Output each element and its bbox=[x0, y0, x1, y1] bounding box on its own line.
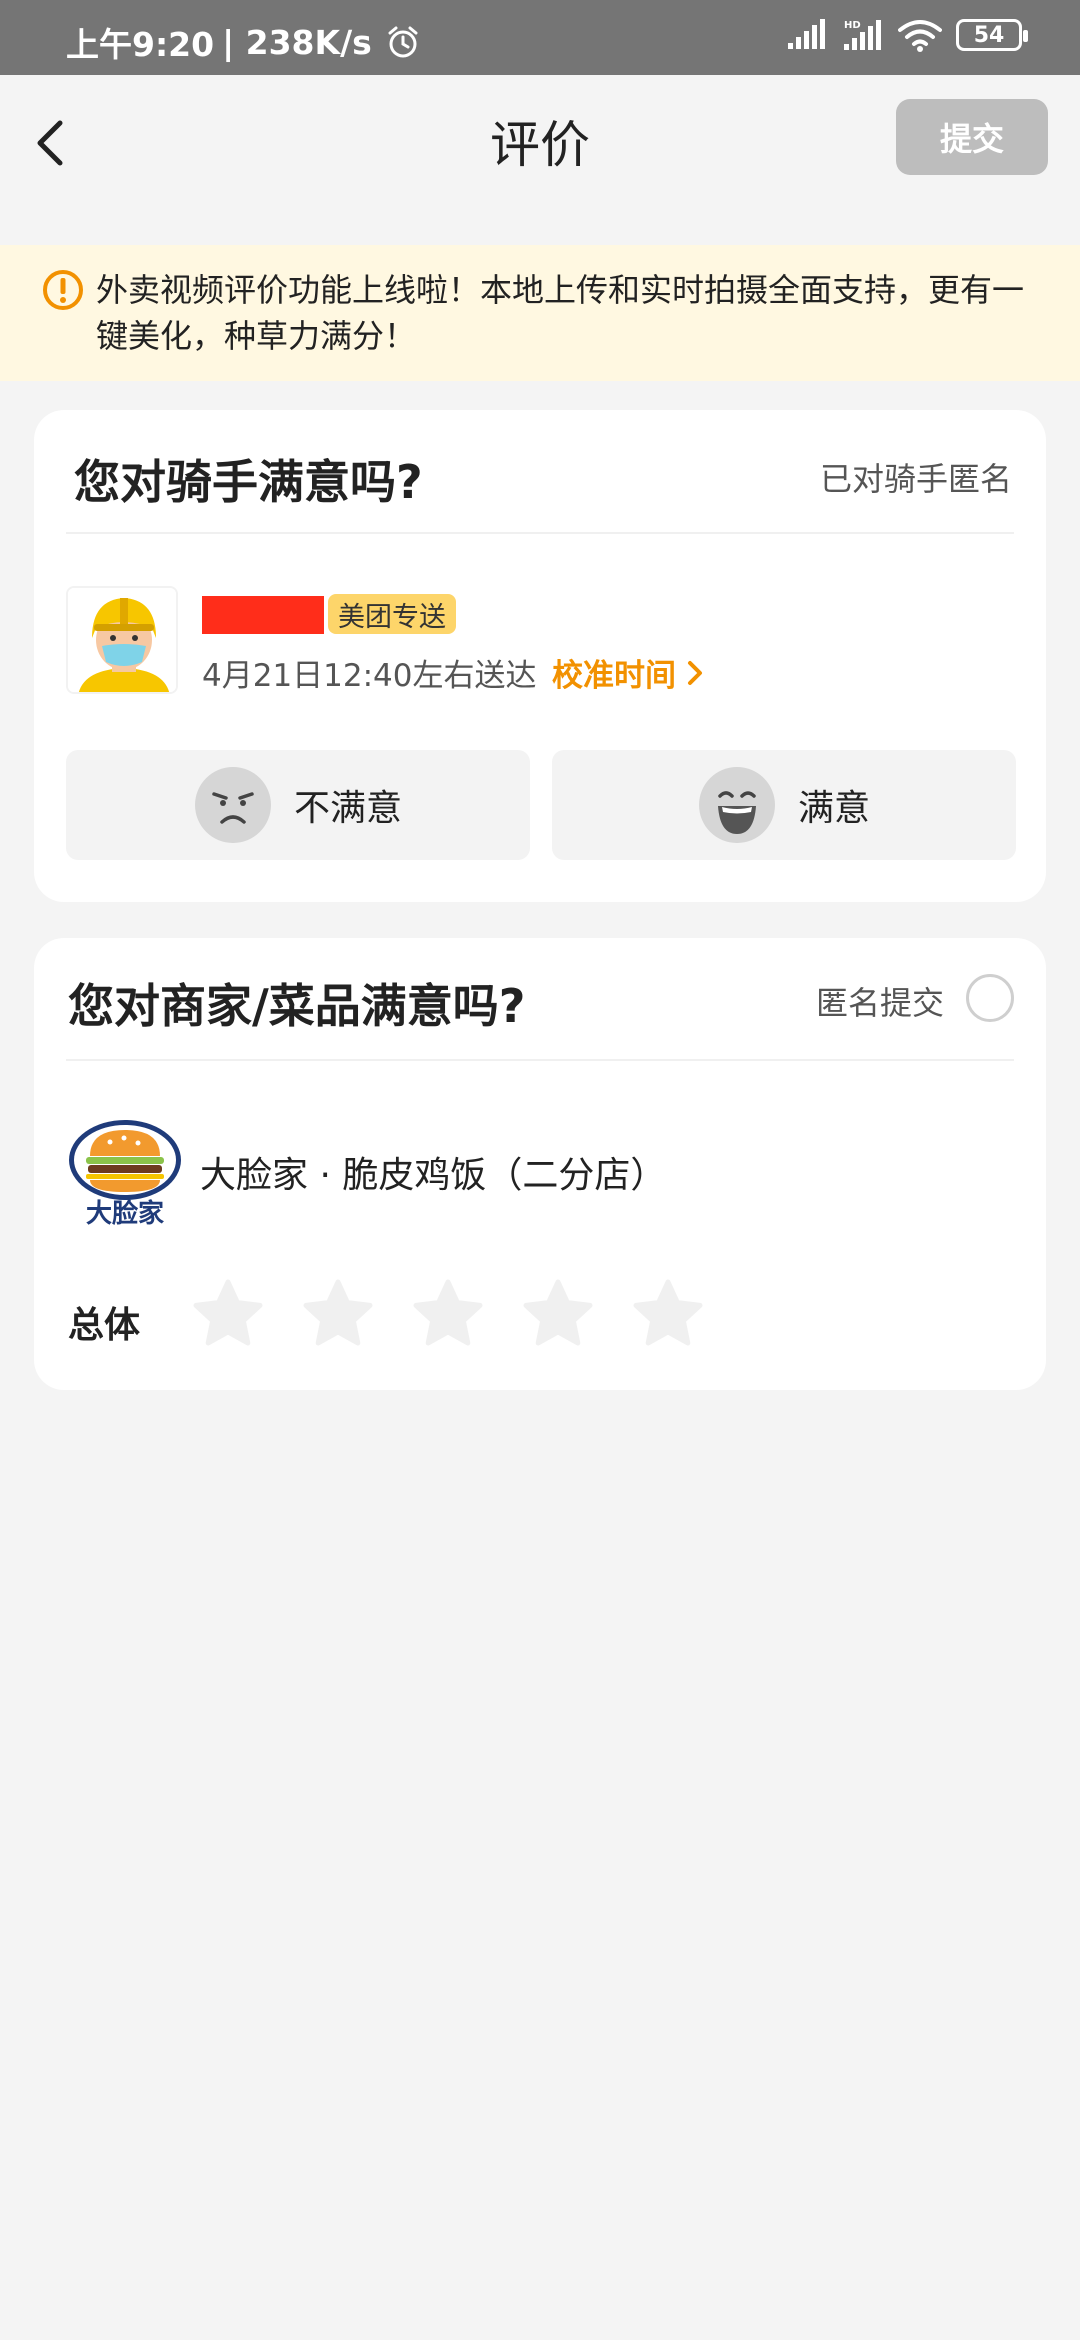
sad-face-icon bbox=[194, 767, 271, 843]
battery-level: 54 bbox=[973, 22, 1005, 48]
status-speed: | 238K/s bbox=[222, 22, 372, 62]
submit-button[interactable]: 提交 bbox=[896, 99, 1048, 175]
merchant-name: 大脸家 · 脆皮鸡饭（二分店） bbox=[200, 1155, 667, 1196]
star-icon[interactable] bbox=[302, 1278, 374, 1350]
chevron-right-icon bbox=[688, 660, 702, 685]
rider-anonymous-status: 已对骑手匿名 bbox=[819, 460, 1012, 498]
svg-text:HD: HD bbox=[844, 20, 861, 31]
status-time: 上午9:20 bbox=[66, 25, 215, 64]
hd-signal-icon: HD bbox=[844, 20, 881, 50]
merchant-question-title: 您对商家/菜品满意吗? bbox=[68, 979, 526, 1033]
battery-indicator: 54 bbox=[956, 19, 1028, 51]
notice-text: 外卖视频评价功能上线啦！本地上传和实时拍摄全面支持，更有一键美化，种草力满分！ bbox=[96, 271, 1025, 355]
rider-happy-button[interactable]: 满意 bbox=[552, 750, 1016, 860]
unhappy-label: 不满意 bbox=[293, 788, 402, 829]
anonymous-submit-radio[interactable] bbox=[966, 974, 1014, 1022]
signal-icon bbox=[788, 19, 825, 49]
status-left: 上午9:20 | 238K/s bbox=[66, 18, 420, 66]
warning-icon bbox=[43, 270, 83, 310]
star-icon[interactable] bbox=[632, 1278, 704, 1350]
divider bbox=[66, 532, 1014, 534]
delivery-badge: 美团专送 bbox=[328, 594, 456, 634]
notice-banner: 外卖视频评价功能上线啦！本地上传和实时拍摄全面支持，更有一键美化，种草力满分！ bbox=[0, 245, 1080, 381]
anonymous-submit-label: 匿名提交 bbox=[815, 984, 944, 1022]
merchant-logo-text: 大脸家 bbox=[86, 1198, 164, 1228]
wifi-icon bbox=[898, 20, 942, 52]
rider-avatar bbox=[66, 586, 178, 694]
rider-avatar-illustration bbox=[68, 588, 176, 692]
laughing-face-icon bbox=[698, 767, 775, 843]
rider-unhappy-button[interactable]: 不满意 bbox=[66, 750, 530, 860]
merchant-card: 您对商家/菜品满意吗? 匿名提交 大脸家 大脸家 · 脆皮鸡饭（二分店） 总体 bbox=[34, 938, 1046, 1390]
header: 评价 提交 bbox=[0, 75, 1080, 245]
rider-question-title: 您对骑手满意吗? bbox=[74, 455, 423, 509]
star-icon[interactable] bbox=[192, 1278, 264, 1350]
star-rating bbox=[192, 1278, 704, 1350]
overall-rating-label: 总体 bbox=[68, 1305, 141, 1346]
happy-label: 满意 bbox=[797, 788, 870, 829]
calibrate-time-link[interactable]: 校准时间 bbox=[552, 650, 706, 695]
star-icon[interactable] bbox=[522, 1278, 594, 1350]
alarm-icon bbox=[388, 26, 418, 58]
rider-card: 您对骑手满意吗? 已对骑手匿名 美团专送 4月21日12:40左右送达 校准时间 bbox=[34, 410, 1046, 902]
star-icon[interactable] bbox=[412, 1278, 484, 1350]
delivery-time: 4月21日12:40左右送达 bbox=[202, 658, 537, 694]
status-bar: 上午9:20 | 238K/s HD 54 bbox=[0, 0, 1080, 75]
merchant-logo: 大脸家 bbox=[69, 1120, 181, 1228]
divider bbox=[66, 1059, 1014, 1061]
status-right: HD 54 bbox=[786, 18, 1028, 52]
calibrate-time-label: 校准时间 bbox=[552, 658, 676, 694]
rider-name-redacted bbox=[202, 596, 324, 634]
